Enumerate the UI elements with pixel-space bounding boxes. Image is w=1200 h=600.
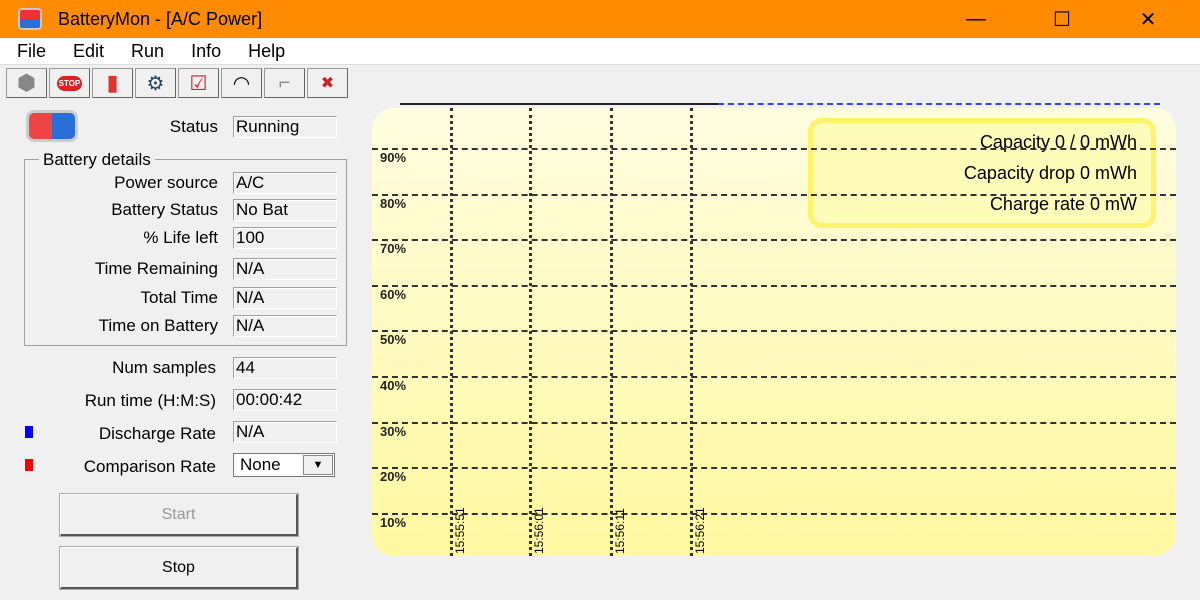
y-tick-label: 10% [380, 514, 407, 530]
y-tick-label: 20% [380, 469, 407, 485]
tools-icon[interactable]: ✖ [307, 68, 348, 98]
total-time-label: Total Time [140, 288, 218, 307]
discharge-rate-field: N/A [233, 421, 337, 443]
discharge-rate-line [718, 103, 1160, 105]
plug-icon[interactable]: ⌐ [264, 68, 305, 98]
battery-status-label: Battery Status [111, 200, 218, 219]
close-button[interactable]: ✕ [1118, 0, 1178, 38]
x-tick-label: 15:56:01 [532, 507, 546, 554]
y-tick-label: 50% [380, 332, 407, 348]
battery-details-title: Battery details [39, 150, 155, 170]
comparison-rate-value: None [240, 455, 281, 474]
battery-level-line [400, 103, 718, 105]
x-tick-label: 15:56:11 [613, 508, 627, 554]
run-time-label: Run time (H:M:S) [84, 391, 216, 410]
chart-info-box: Capacity 0 / 0 mWh Capacity drop 0 mWh C… [808, 118, 1156, 228]
title-bar: BatteryMon - [A/C Power] — ☐ ✕ [0, 0, 1200, 38]
app-battery-icon [18, 8, 42, 30]
time-on-battery-label: Time on Battery [98, 316, 218, 335]
grid-line-horizontal [372, 421, 1176, 424]
total-time-field: N/A [233, 287, 337, 309]
status-field: Running [233, 116, 337, 138]
grid-line-horizontal [372, 284, 1176, 287]
capacity-text: Capacity 0 / 0 mWh [979, 132, 1137, 152]
battery-icon[interactable]: ▮ [92, 68, 133, 98]
menu-run[interactable]: Run [131, 41, 164, 62]
menu-info[interactable]: Info [191, 41, 221, 62]
y-tick-label: 80% [380, 195, 407, 211]
battery-logo-icon [26, 110, 78, 142]
window-title: BatteryMon - [A/C Power] [58, 8, 263, 29]
time-remaining-field: N/A [233, 258, 337, 280]
num-samples-field: 44 [233, 357, 337, 379]
grid-line-horizontal [372, 239, 1176, 242]
discharge-rate-label: Discharge Rate [98, 424, 216, 443]
stop-button[interactable]: Stop [59, 546, 299, 590]
checklist-icon[interactable]: ☑ [178, 68, 219, 98]
life-left-field: 100 [233, 227, 337, 249]
stop-icon[interactable]: STOP [56, 75, 83, 91]
y-tick-label: 70% [380, 241, 407, 257]
minimize-button[interactable]: — [946, 0, 1006, 38]
comparison-rate-label: Comparison Rate [83, 457, 216, 476]
circle-icon[interactable]: ⬢ [6, 68, 47, 98]
settings-info-icon[interactable]: ⚙ [135, 68, 176, 98]
start-button[interactable]: Start [59, 493, 299, 537]
battery-status-field: No Bat [233, 199, 337, 221]
toolbar: ⬢ STOP ▮ ⚙ ☑ ◠ ⌐ ✖ [6, 68, 350, 98]
grid-line-horizontal [372, 330, 1176, 333]
time-on-battery-field: N/A [233, 315, 337, 337]
status-label: Status [169, 117, 218, 136]
grid-line-horizontal [372, 512, 1176, 515]
x-tick-label: 15:56:21 [693, 507, 707, 554]
battery-chart: Capacity 0 / 0 mWh Capacity drop 0 mWh C… [372, 108, 1176, 556]
y-tick-label: 90% [380, 150, 407, 165]
discharge-color-swatch [25, 426, 33, 438]
gauge-icon[interactable]: ◠ [221, 68, 262, 98]
menu-bar: File Edit Run Info Help [0, 38, 1200, 65]
y-tick-label: 40% [380, 378, 407, 393]
comparison-rate-select[interactable]: None ▼ [233, 453, 335, 477]
num-samples-label: Num samples [112, 358, 216, 377]
power-source-label: Power source [114, 173, 218, 192]
y-tick-label: 30% [380, 423, 407, 439]
menu-file[interactable]: File [17, 41, 46, 62]
menu-help[interactable]: Help [248, 41, 285, 62]
y-tick-label: 60% [380, 286, 407, 302]
grid-line-horizontal [372, 148, 1176, 150]
time-remaining-label: Time Remaining [94, 259, 218, 278]
run-time-field: 00:00:42 [233, 389, 337, 411]
power-source-field: A/C [233, 172, 337, 194]
grid-line-horizontal [372, 376, 1176, 378]
chevron-down-icon[interactable]: ▼ [303, 455, 333, 475]
maximize-button[interactable]: ☐ [1032, 0, 1092, 38]
x-tick-label: 15:55:51 [453, 507, 467, 554]
grid-line-horizontal [372, 193, 1176, 196]
menu-edit[interactable]: Edit [73, 41, 104, 62]
capacity-drop-text: Capacity drop 0 mWh [963, 163, 1137, 183]
grid-line-horizontal [372, 467, 1176, 470]
comparison-color-swatch [25, 459, 33, 471]
life-left-label: % Life left [143, 228, 218, 247]
